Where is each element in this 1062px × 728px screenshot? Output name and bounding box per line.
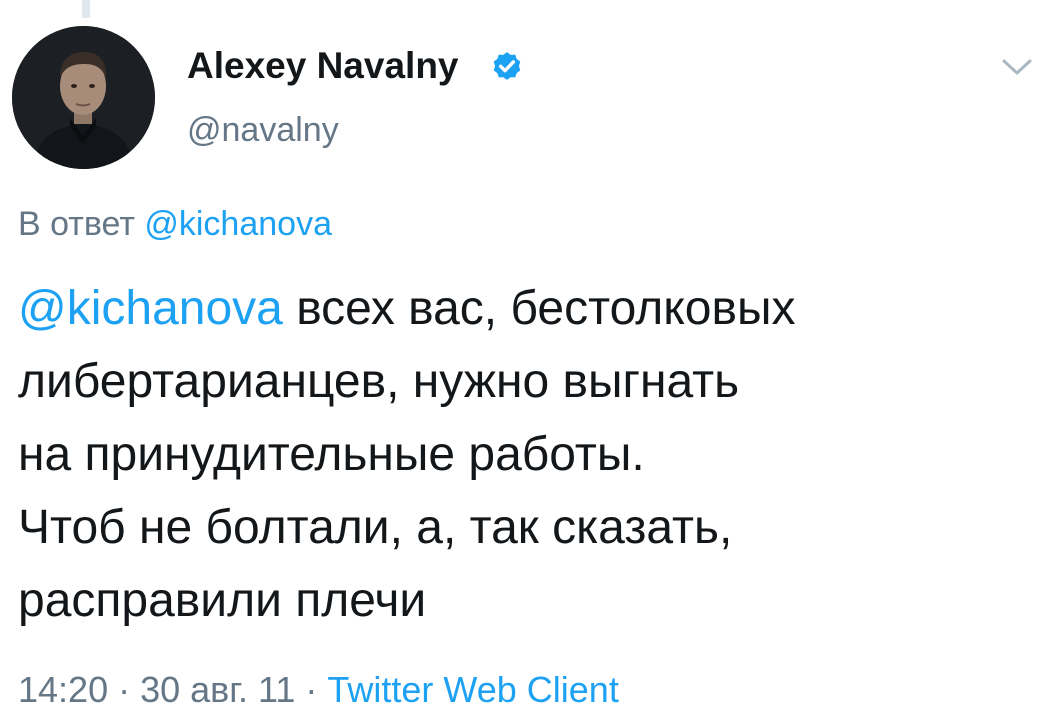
tweet-text-line: @kichanova всех вас, бестолковых	[18, 272, 1048, 345]
tweet-date[interactable]: 30 авг. 11	[140, 669, 295, 710]
meta-separator: ·	[295, 669, 328, 710]
reply-context-mention-link[interactable]: @kichanova	[144, 205, 332, 243]
avatar-photo	[12, 26, 155, 169]
tweet-mention-link[interactable]: @kichanova	[18, 282, 283, 335]
tweet-text-line: Чтоб не болтали, а, так сказать,	[18, 501, 733, 554]
tweet-text-line: на принудительные работы.	[18, 428, 645, 481]
avatar[interactable]	[12, 26, 155, 169]
author-handle[interactable]: @navalny	[187, 110, 339, 151]
tweet-source-link[interactable]: Twitter Web Client	[327, 669, 618, 710]
tweet-text-line: расправили плечи	[18, 574, 427, 627]
tweet-text-segment: всех вас, бестолковых	[282, 282, 796, 335]
meta-separator: ·	[108, 669, 141, 710]
verified-badge-icon	[493, 52, 521, 80]
tweet-time[interactable]: 14:20	[18, 669, 108, 710]
author-display-name[interactable]: Alexey Navalny	[187, 44, 459, 88]
reply-context-prefix: В ответ	[18, 205, 135, 243]
tweet-text-line: либертарианцев, нужно выгнать	[18, 355, 740, 408]
tweet-metadata: 14:20 · 30 авг. 11 · Twitter Web Client	[18, 668, 619, 711]
thread-connector-line	[82, 0, 90, 18]
reply-context: В ответ @kichanova	[18, 204, 332, 245]
chevron-down-icon[interactable]	[1000, 55, 1034, 79]
tweet-text: @kichanova всех вас, бестолковых либерта…	[18, 272, 1048, 637]
